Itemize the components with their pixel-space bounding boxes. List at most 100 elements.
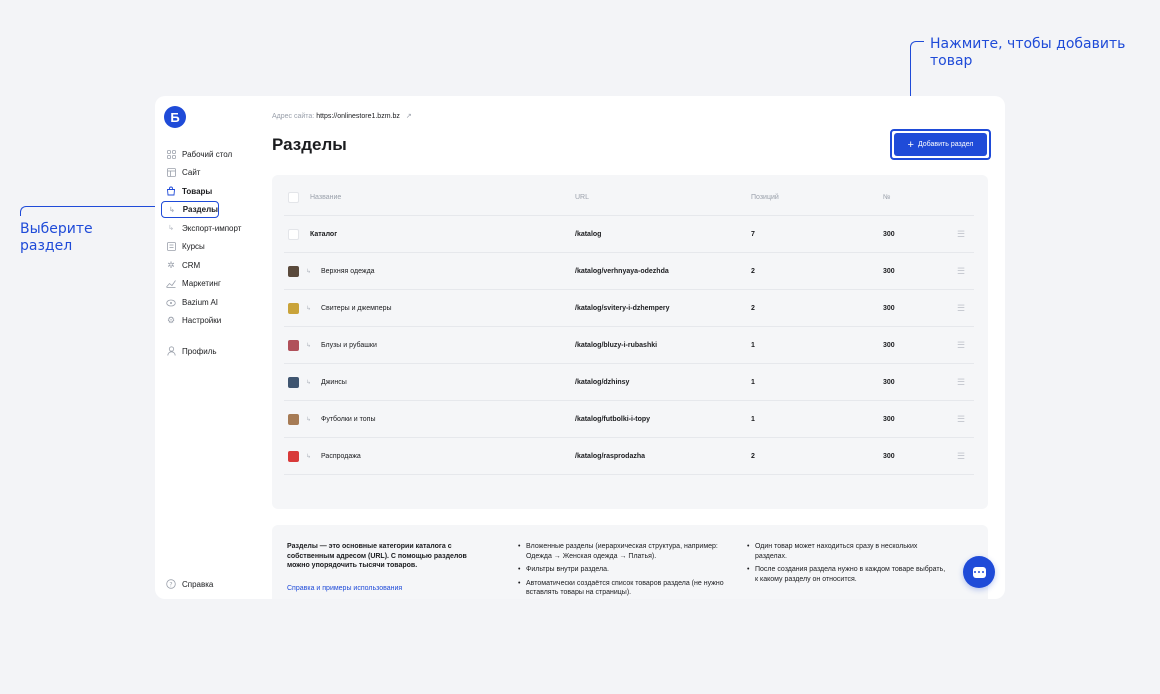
sidebar-item-profile[interactable]: Профиль bbox=[161, 342, 265, 361]
row-count: 1 bbox=[751, 342, 755, 349]
row-checkbox[interactable] bbox=[288, 229, 299, 240]
grid-icon bbox=[166, 149, 176, 159]
sidebar-item-label: Профиль bbox=[182, 346, 217, 356]
sidebar-item-bazium-ai[interactable]: Bazium AI bbox=[161, 293, 265, 312]
drag-handle-icon[interactable]: ☰ bbox=[957, 327, 965, 364]
bag-icon bbox=[166, 186, 176, 196]
info-intro: Разделы — это основные категории каталог… bbox=[287, 543, 467, 569]
table-row[interactable]: ↳ Свитеры и джемперы /katalog/svitery-i-… bbox=[284, 290, 974, 327]
help-link[interactable]: ? Справка bbox=[166, 579, 213, 589]
callout-add-text: Нажмите, чтобы добавить товар bbox=[930, 36, 1126, 69]
select-all-checkbox[interactable] bbox=[288, 192, 299, 203]
row-count: 7 bbox=[751, 231, 755, 238]
sub-arrow-icon: ↳ bbox=[168, 206, 175, 214]
section-thumbnail bbox=[288, 414, 299, 425]
column-header-count[interactable]: Позиций bbox=[751, 179, 779, 216]
sidebar-item-dashboard[interactable]: Рабочий стол bbox=[161, 145, 265, 164]
chart-icon bbox=[166, 279, 176, 289]
row-number: 300 bbox=[883, 453, 895, 460]
user-icon bbox=[166, 346, 176, 356]
sidebar-nav: Рабочий стол Сайт Товары ↳ Разделы ↳ Экс… bbox=[161, 145, 265, 361]
table-row[interactable]: ↳ Джинсы /katalog/dzhinsy 1 300 ☰ bbox=[284, 364, 974, 401]
sidebar-item-site[interactable]: Сайт bbox=[161, 164, 265, 183]
row-name[interactable]: Джинсы bbox=[321, 364, 347, 401]
column-header-url[interactable]: URL bbox=[575, 179, 589, 216]
table-row[interactable]: ↳ Футболки и топы /katalog/futbolki-i-to… bbox=[284, 401, 974, 438]
sidebar-item-export-import[interactable]: ↳ Экспорт-импорт bbox=[161, 219, 265, 238]
sidebar-item-crm[interactable]: ✲ CRM bbox=[161, 256, 265, 275]
add-section-button[interactable]: + Добавить раздел bbox=[894, 133, 987, 156]
row-name[interactable]: Верхняя одежда bbox=[321, 253, 375, 290]
sidebar-item-label: Разделы bbox=[182, 205, 218, 214]
row-url: /katalog/futbolki-i-topy bbox=[575, 416, 651, 423]
drag-handle-icon[interactable]: ☰ bbox=[957, 253, 965, 290]
row-count: 2 bbox=[751, 268, 755, 275]
row-count: 1 bbox=[751, 379, 755, 386]
app-window: Б Рабочий стол Сайт Товары ↳ Разделы ↳ Э bbox=[155, 96, 1005, 599]
help-examples-link[interactable]: Справка и примеры использования bbox=[287, 584, 402, 594]
sidebar-item-label: Настройки bbox=[182, 316, 222, 326]
row-number: 300 bbox=[883, 416, 895, 423]
table-header: Название URL Позиций № bbox=[284, 179, 974, 216]
row-number: 300 bbox=[883, 268, 895, 275]
drag-handle-icon[interactable]: ☰ bbox=[957, 216, 965, 253]
row-url: /katalog/rasprodazha bbox=[575, 453, 646, 460]
row-number: 300 bbox=[883, 379, 895, 386]
row-url: /katalog/verhnyaya-odezhda bbox=[575, 268, 669, 275]
info-bullet: Фильтры внутри раздела. bbox=[518, 565, 733, 575]
external-link-icon[interactable]: ↗ bbox=[406, 113, 412, 120]
row-count: 2 bbox=[751, 305, 755, 312]
table-row[interactable]: Каталог /katalog 7 300 ☰ bbox=[284, 216, 974, 253]
row-number: 300 bbox=[883, 305, 895, 312]
table-row[interactable]: ↳ Верхняя одежда /katalog/verhnyaya-odez… bbox=[284, 253, 974, 290]
gear-icon: ⚙ bbox=[166, 315, 176, 326]
table-row[interactable]: ↳ Блузы и рубашки /katalog/bluzy-i-rubas… bbox=[284, 327, 974, 364]
address-url[interactable]: https://onlinestore1.bzm.bz bbox=[316, 113, 400, 120]
chat-button[interactable] bbox=[963, 556, 995, 588]
table-row[interactable]: ↳ Распродажа /katalog/rasprodazha 2 300 … bbox=[284, 438, 974, 475]
sidebar-item-settings[interactable]: ⚙ Настройки bbox=[161, 312, 265, 331]
layout-icon bbox=[166, 168, 176, 178]
row-count: 2 bbox=[751, 453, 755, 460]
row-name[interactable]: Блузы и рубашки bbox=[321, 327, 377, 364]
row-url: /katalog/svitery-i-dzhempery bbox=[575, 305, 670, 312]
sub-arrow-icon: ↳ bbox=[306, 454, 312, 460]
column-header-number[interactable]: № bbox=[883, 179, 891, 216]
row-name[interactable]: Каталог bbox=[310, 216, 337, 253]
drag-handle-icon[interactable]: ☰ bbox=[957, 364, 965, 401]
row-name[interactable]: Свитеры и джемперы bbox=[321, 290, 392, 327]
info-bullet: Один товар может находиться сразу в неск… bbox=[747, 542, 947, 561]
sidebar-item-courses[interactable]: Курсы bbox=[161, 238, 265, 257]
column-header-name[interactable]: Название bbox=[310, 179, 341, 216]
sidebar-item-label: CRM bbox=[182, 260, 201, 270]
drag-handle-icon[interactable]: ☰ bbox=[957, 401, 965, 438]
info-bullet: После создания раздела нужно в каждом то… bbox=[747, 565, 947, 584]
row-url: /katalog/dzhinsy bbox=[575, 379, 630, 386]
sub-arrow-icon: ↳ bbox=[306, 306, 312, 312]
sidebar-item-marketing[interactable]: Маркетинг bbox=[161, 275, 265, 294]
drag-handle-icon[interactable]: ☰ bbox=[957, 438, 965, 475]
ai-icon bbox=[166, 297, 176, 307]
info-bullet: Автоматически создаётся список товаров р… bbox=[518, 579, 733, 598]
sidebar-item-label: Рабочий стол bbox=[182, 149, 233, 159]
sub-arrow-icon: ↳ bbox=[306, 269, 312, 275]
chat-icon bbox=[972, 566, 986, 578]
svg-text:?: ? bbox=[169, 581, 172, 588]
sections-table: Название URL Позиций № Каталог /katalog … bbox=[272, 175, 988, 509]
sidebar-item-sections[interactable]: ↳ Разделы bbox=[161, 201, 219, 218]
book-icon bbox=[166, 242, 176, 252]
logo[interactable]: Б bbox=[164, 106, 186, 128]
callout-select-line bbox=[20, 206, 162, 216]
sub-arrow-icon: ↳ bbox=[306, 417, 312, 423]
row-url: /katalog bbox=[575, 231, 602, 238]
row-name[interactable]: Распродажа bbox=[321, 438, 361, 475]
sidebar-item-products[interactable]: Товары bbox=[161, 182, 265, 201]
info-bullets-col3: Один товар может находиться сразу в неск… bbox=[747, 542, 947, 588]
row-name[interactable]: Футболки и топы bbox=[321, 401, 375, 438]
drag-handle-icon[interactable]: ☰ bbox=[957, 290, 965, 327]
row-count: 1 bbox=[751, 416, 755, 423]
sidebar-item-label: Курсы bbox=[182, 242, 205, 252]
crm-icon: ✲ bbox=[167, 259, 175, 270]
page-title: Разделы bbox=[272, 135, 347, 154]
callout-select-text: Выберите раздел bbox=[20, 221, 93, 254]
